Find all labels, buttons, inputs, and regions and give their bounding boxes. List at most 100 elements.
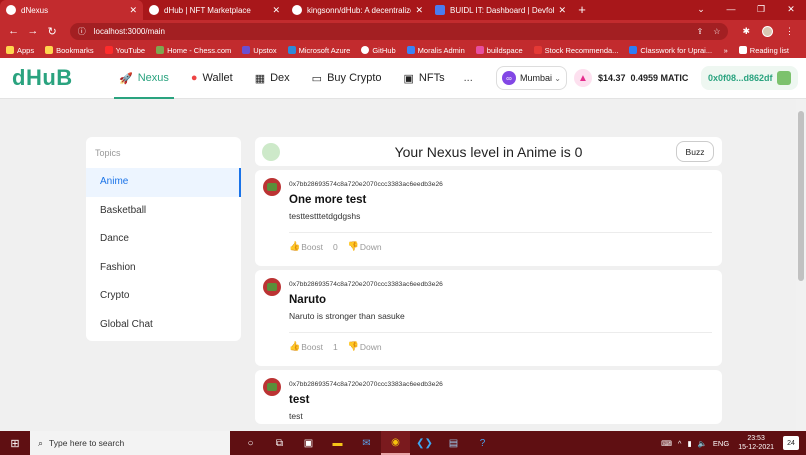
menu-more[interactable]: ...	[456, 58, 481, 99]
forward-icon[interactable]: →	[25, 25, 40, 37]
down-label: Down	[359, 241, 382, 252]
mail-icon[interactable]: ✉	[352, 431, 381, 455]
more-bookmarks-button[interactable]: »	[724, 46, 728, 55]
tab-title: kingsonn/dHub: A decentralized	[307, 5, 412, 15]
menu-item-wallet[interactable]: ● Wallet	[180, 58, 244, 99]
chevron-up-icon[interactable]: ^	[678, 439, 682, 448]
topic-dance[interactable]: Dance	[86, 225, 241, 254]
minimize-icon[interactable]: —	[716, 0, 746, 18]
info-icon[interactable]: ⓘ	[78, 26, 86, 37]
camera-icon[interactable]: ▣	[294, 431, 323, 455]
help-icon[interactable]: ?	[468, 431, 497, 455]
address-bar[interactable]: ⓘ localhost:3000/main ⇪ ☆	[69, 22, 729, 40]
vscode-icon[interactable]: ❮❯	[410, 431, 439, 455]
buzz-button[interactable]: Buzz	[676, 141, 714, 162]
boost-button[interactable]: 👍 Boost	[289, 241, 323, 252]
menu-item-nfts[interactable]: ▣ NFTs	[393, 58, 456, 99]
bookmark-bookmarks[interactable]: Bookmarks	[45, 46, 94, 55]
balance-matic: 0.4959 MATIC	[630, 73, 689, 83]
balance-display: ▲ $14.37 0.4959 MATIC	[574, 66, 688, 90]
share-icon[interactable]: ⇪	[697, 27, 704, 36]
bookmark-apps[interactable]: Apps	[6, 46, 34, 55]
topic-basketball[interactable]: Basketball	[86, 197, 241, 226]
language-indicator[interactable]: ENG	[713, 439, 729, 448]
notifications-badge[interactable]: 24	[783, 436, 799, 450]
classroom-icon	[629, 46, 638, 54]
close-icon[interactable]: ✕	[558, 5, 566, 16]
buildspace-icon	[475, 46, 484, 54]
close-icon[interactable]: ✕	[272, 5, 280, 16]
bookmark-buildspace[interactable]: buildspace	[475, 46, 523, 55]
back-icon[interactable]: ←	[6, 25, 21, 37]
bookmark-star-icon[interactable]: ☆	[713, 27, 720, 36]
user-avatar	[262, 143, 280, 161]
browser-tab-devfolio[interactable]: BUIDL IT: Dashboard | Devfolio ✕	[429, 0, 572, 20]
extensions-icon[interactable]: ✱	[742, 26, 750, 37]
topic-global-chat[interactable]: Global Chat	[86, 311, 241, 340]
new-tab-button[interactable]: +	[572, 0, 592, 20]
feed: Your Nexus level in Anime is 0 Buzz 0x7b…	[255, 137, 722, 424]
file-explorer-icon[interactable]: ▬	[323, 431, 352, 455]
menu-dots-icon[interactable]: ⋮	[785, 26, 794, 37]
browser-tab-marketplace[interactable]: dHub | NFT Marketplace ✕	[143, 0, 286, 20]
close-icon[interactable]: ✕	[129, 5, 137, 16]
windows-start-icon[interactable]: ⊞	[0, 437, 30, 450]
url-text[interactable]: localhost:3000/main	[94, 27, 697, 36]
topic-anime[interactable]: Anime	[86, 168, 241, 197]
search-placeholder: Type here to search	[49, 438, 125, 448]
tab-search-icon[interactable]: ⌄	[686, 0, 716, 18]
bookmark-classwork[interactable]: Classwork for Uprai...	[629, 46, 712, 55]
profile-avatar[interactable]	[761, 25, 773, 37]
close-window-icon[interactable]: ✕	[776, 0, 806, 18]
clock[interactable]: 23:53 15-12-2021	[738, 434, 774, 452]
bookmark-github[interactable]: GitHub	[361, 45, 396, 55]
chain-selector[interactable]: ∞ Mumbai ⌄	[496, 66, 567, 90]
clock-date: 15-12-2021	[738, 444, 774, 451]
tab-title: dNexus	[21, 5, 49, 15]
browser-tab-strip: dNexus ✕ dHub | NFT Marketplace ✕ kingso…	[0, 0, 806, 20]
bookmark-label: Apps	[17, 45, 35, 55]
reload-icon[interactable]: ↻	[45, 25, 60, 38]
close-icon[interactable]: ✕	[415, 5, 423, 16]
account-button[interactable]: 0x0f08...d862df	[701, 66, 798, 90]
maximize-icon[interactable]: ❐	[746, 0, 776, 18]
topics-sidebar: Topics Anime Basketball Dance Fashion Cr…	[86, 137, 241, 341]
page-scrollbar[interactable]	[796, 99, 806, 431]
browser-tab-dnexus[interactable]: dNexus ✕	[0, 0, 143, 20]
boost-button[interactable]: 👍 Boost	[289, 341, 323, 352]
chrome-icon[interactable]: ◉	[381, 431, 410, 455]
bookmark-label: Microsoft Azure	[298, 45, 351, 55]
keyboard-icon[interactable]: ⌨	[661, 439, 672, 448]
browser-tab-github[interactable]: kingsonn/dHub: A decentralized ✕	[286, 0, 429, 20]
scrollbar-thumb[interactable]	[798, 111, 804, 281]
network-icon[interactable]: ▮	[687, 439, 691, 448]
taskbar-search[interactable]: ⌕ Type here to search	[30, 431, 230, 455]
topic-crypto[interactable]: Crypto	[86, 282, 241, 311]
post-actions: 👍 Boost 0 👎 Down	[289, 241, 382, 252]
bookmark-upstox[interactable]: Upstox	[242, 46, 277, 55]
author-avatar	[263, 178, 281, 196]
task-view-icon[interactable]: ⧉	[265, 431, 294, 455]
volume-icon[interactable]: 🔈	[698, 439, 707, 448]
bookmark-label: GitHub	[372, 45, 396, 55]
bookmark-azure[interactable]: Microsoft Azure	[287, 45, 351, 55]
reading-list-button[interactable]: Reading list	[738, 46, 789, 55]
menu-item-nexus[interactable]: 🚀 Nexus	[108, 58, 180, 99]
bookmark-moralis[interactable]: Moralis Admin	[406, 45, 465, 55]
bookmark-stock[interactable]: Stock Recommenda...	[533, 46, 618, 55]
post-title: Naruto	[289, 294, 327, 306]
bookmark-youtube[interactable]: YouTube	[104, 46, 145, 55]
menu-item-dex[interactable]: ▦ Dex	[244, 58, 301, 99]
down-button[interactable]: 👎 Down	[348, 241, 382, 252]
clock-time: 23:53	[747, 435, 765, 442]
topic-fashion[interactable]: Fashion	[86, 254, 241, 283]
app-logo[interactable]: dHuB	[12, 65, 108, 91]
down-button[interactable]: 👎 Down	[348, 341, 382, 352]
menu-item-buy-crypto[interactable]: ▭ Buy Crypto	[301, 58, 393, 99]
browser-toolbar: ← → ↻ ⓘ localhost:3000/main ⇪ ☆ ✱ ⋮	[0, 20, 806, 42]
cortana-icon[interactable]: ○	[236, 431, 265, 455]
bookmark-label: Moralis Admin	[417, 45, 465, 55]
azure-icon	[287, 46, 296, 54]
bookmark-chess[interactable]: Home - Chess.com	[156, 46, 231, 55]
notepad-icon[interactable]: ▤	[439, 431, 468, 455]
